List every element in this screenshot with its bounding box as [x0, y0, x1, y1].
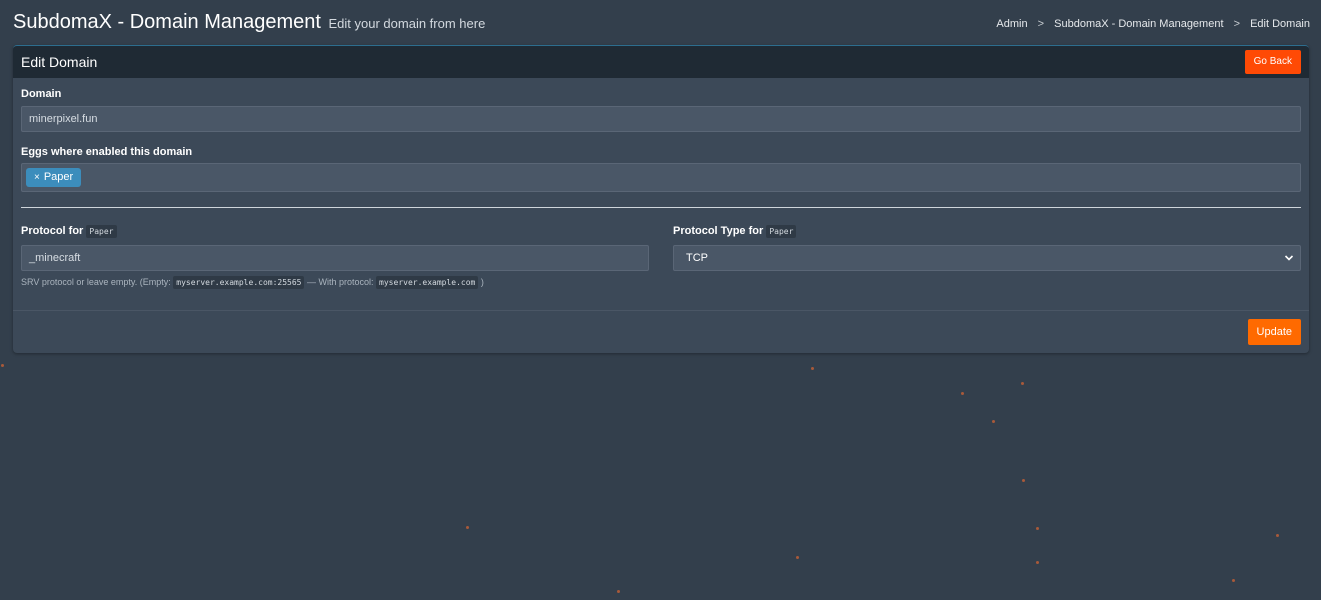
- page-title-text: SubdomaX - Domain Management: [13, 11, 321, 33]
- eggs-multiselect[interactable]: × Paper: [21, 163, 1301, 192]
- content-header: SubdomaX - Domain Management Edit your d…: [13, 10, 1310, 40]
- edit-domain-box: Edit Domain Go Back Domain minerpixel.fu…: [13, 45, 1309, 353]
- domain-input[interactable]: minerpixel.fun: [21, 106, 1301, 132]
- box-header: Edit Domain Go Back: [13, 46, 1309, 78]
- protocol-label-text: Protocol for: [21, 225, 84, 237]
- page-subtitle: Edit your domain from here: [328, 16, 486, 31]
- help-with-example: myserver.example.com: [376, 276, 479, 289]
- particle-dot: [992, 420, 995, 423]
- box-footer: Update: [13, 310, 1309, 353]
- box-title: Edit Domain: [21, 54, 98, 70]
- protocol-type-select[interactable]: TCP: [673, 245, 1301, 271]
- particle-dot: [1036, 527, 1039, 530]
- particle-dot: [796, 556, 799, 559]
- protocol-type-label: Protocol Type for Paper: [673, 225, 797, 238]
- help-suffix: ): [480, 277, 484, 287]
- egg-tag-label: Paper: [43, 171, 74, 183]
- particle-dot: [1, 364, 4, 367]
- chevron-down-icon: [1284, 255, 1294, 261]
- particle-dot: [1232, 579, 1235, 582]
- help-mid: — With protocol:: [307, 277, 374, 287]
- particle-dot: [1276, 534, 1279, 537]
- remove-tag-icon[interactable]: ×: [34, 172, 40, 183]
- particle-dot: [466, 526, 469, 529]
- breadcrumb: Admin > SubdomaX - Domain Management > E…: [996, 18, 1310, 30]
- help-prefix: SRV protocol or leave empty. (Empty:: [21, 277, 171, 287]
- protocol-label: Protocol for Paper: [21, 225, 117, 238]
- protocol-input[interactable]: _minecraft: [21, 245, 649, 271]
- help-empty-example: myserver.example.com:25565: [173, 276, 305, 289]
- particle-dot: [1022, 479, 1025, 482]
- particle-dot: [1021, 382, 1024, 385]
- particle-dot: [1036, 561, 1039, 564]
- protocol-help-text: SRV protocol or leave empty. (Empty: mys…: [21, 276, 484, 289]
- protocol-egg-code: Paper: [86, 225, 117, 238]
- domain-label: Domain: [21, 88, 62, 100]
- particle-dot: [617, 590, 620, 593]
- particle-dot: [961, 392, 964, 395]
- eggs-label: Eggs where enabled this domain: [21, 146, 193, 158]
- egg-tag-paper: × Paper: [26, 168, 82, 187]
- divider: [21, 207, 1301, 208]
- protocol-type-value: TCP: [686, 252, 708, 264]
- breadcrumb-edit-domain: Edit Domain: [1250, 18, 1310, 30]
- breadcrumb-separator: >: [1233, 18, 1241, 30]
- protocol-type-egg-code: Paper: [766, 225, 797, 238]
- breadcrumb-separator: >: [1037, 18, 1045, 30]
- page-title: SubdomaX - Domain Management Edit your d…: [13, 11, 485, 34]
- particle-dot: [811, 367, 814, 370]
- breadcrumb-admin[interactable]: Admin: [996, 18, 1027, 30]
- update-button[interactable]: Update: [1247, 319, 1301, 345]
- go-back-button[interactable]: Go Back: [1244, 50, 1301, 74]
- breadcrumb-subdomax[interactable]: SubdomaX - Domain Management: [1054, 18, 1223, 30]
- protocol-type-label-text: Protocol Type for: [673, 225, 764, 237]
